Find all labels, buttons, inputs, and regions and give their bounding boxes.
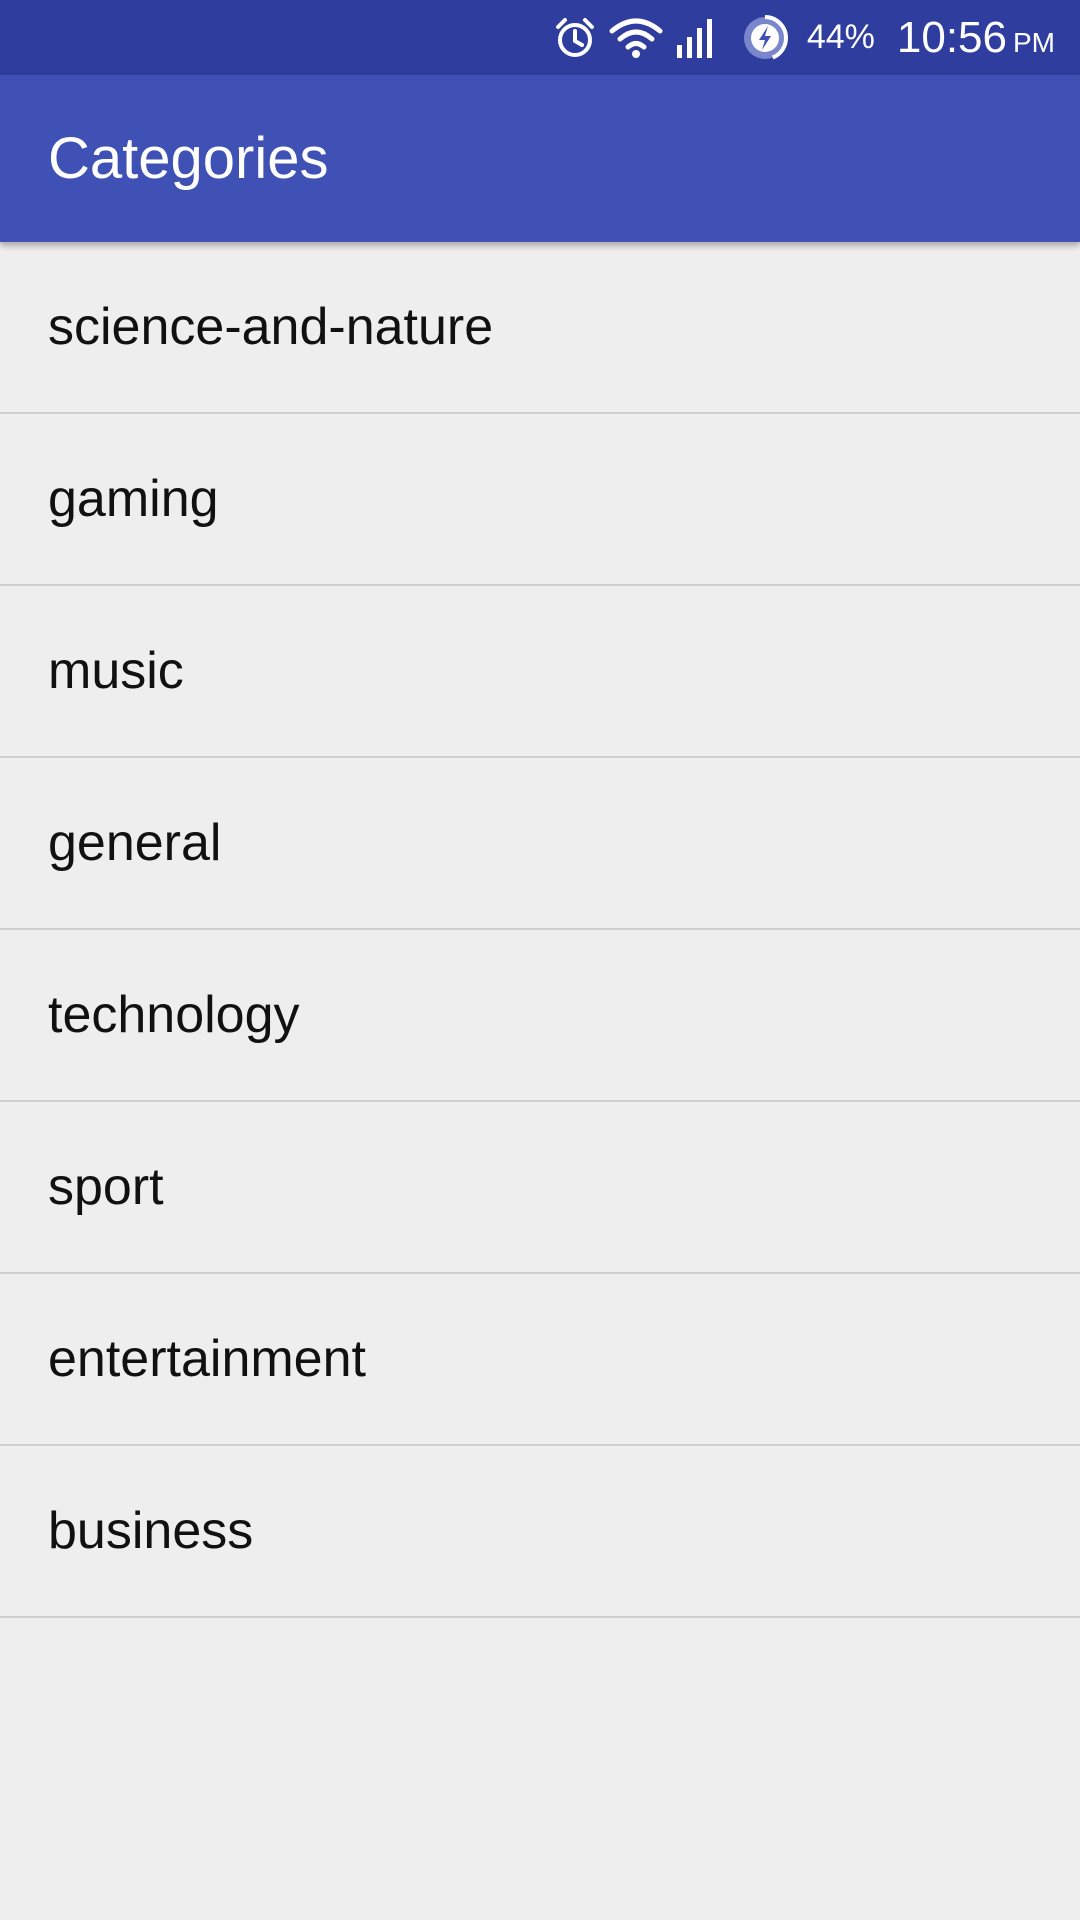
list-item-label: sport — [48, 1158, 164, 1216]
list-item-label: music — [48, 642, 184, 700]
app-bar: Categories — [0, 75, 1080, 242]
page-title: Categories — [48, 126, 329, 191]
list-item-label: technology — [48, 986, 300, 1044]
list-item-music[interactable]: music — [0, 586, 1080, 758]
cell-signal-icon — [675, 17, 715, 59]
battery-charging-icon — [741, 14, 789, 62]
list-item-label: entertainment — [48, 1330, 366, 1388]
list-item-gaming[interactable]: gaming — [0, 414, 1080, 586]
wifi-icon — [609, 17, 663, 59]
list-item-business[interactable]: business — [0, 1446, 1080, 1618]
status-clock: 10:56 PM — [897, 13, 1055, 63]
alarm-icon — [553, 16, 597, 60]
status-bar: 44% 10:56 PM — [0, 0, 1080, 75]
clock-ampm: PM — [1013, 26, 1055, 58]
list-item-technology[interactable]: technology — [0, 930, 1080, 1102]
list-item-science-and-nature[interactable]: science-and-nature — [0, 242, 1080, 414]
category-list: science-and-nature gaming music general … — [0, 242, 1080, 1618]
list-item-label: general — [48, 814, 222, 872]
list-item-label: business — [48, 1502, 254, 1560]
list-item-general[interactable]: general — [0, 758, 1080, 930]
list-item-label: science-and-nature — [48, 298, 494, 356]
clock-time: 10:56 — [896, 12, 1007, 62]
list-item-label: gaming — [48, 470, 219, 528]
battery-percent: 44% — [806, 18, 875, 56]
status-icons: 44% 10:56 PM — [541, 0, 1055, 75]
list-item-entertainment[interactable]: entertainment — [0, 1274, 1080, 1446]
list-item-sport[interactable]: sport — [0, 1102, 1080, 1274]
